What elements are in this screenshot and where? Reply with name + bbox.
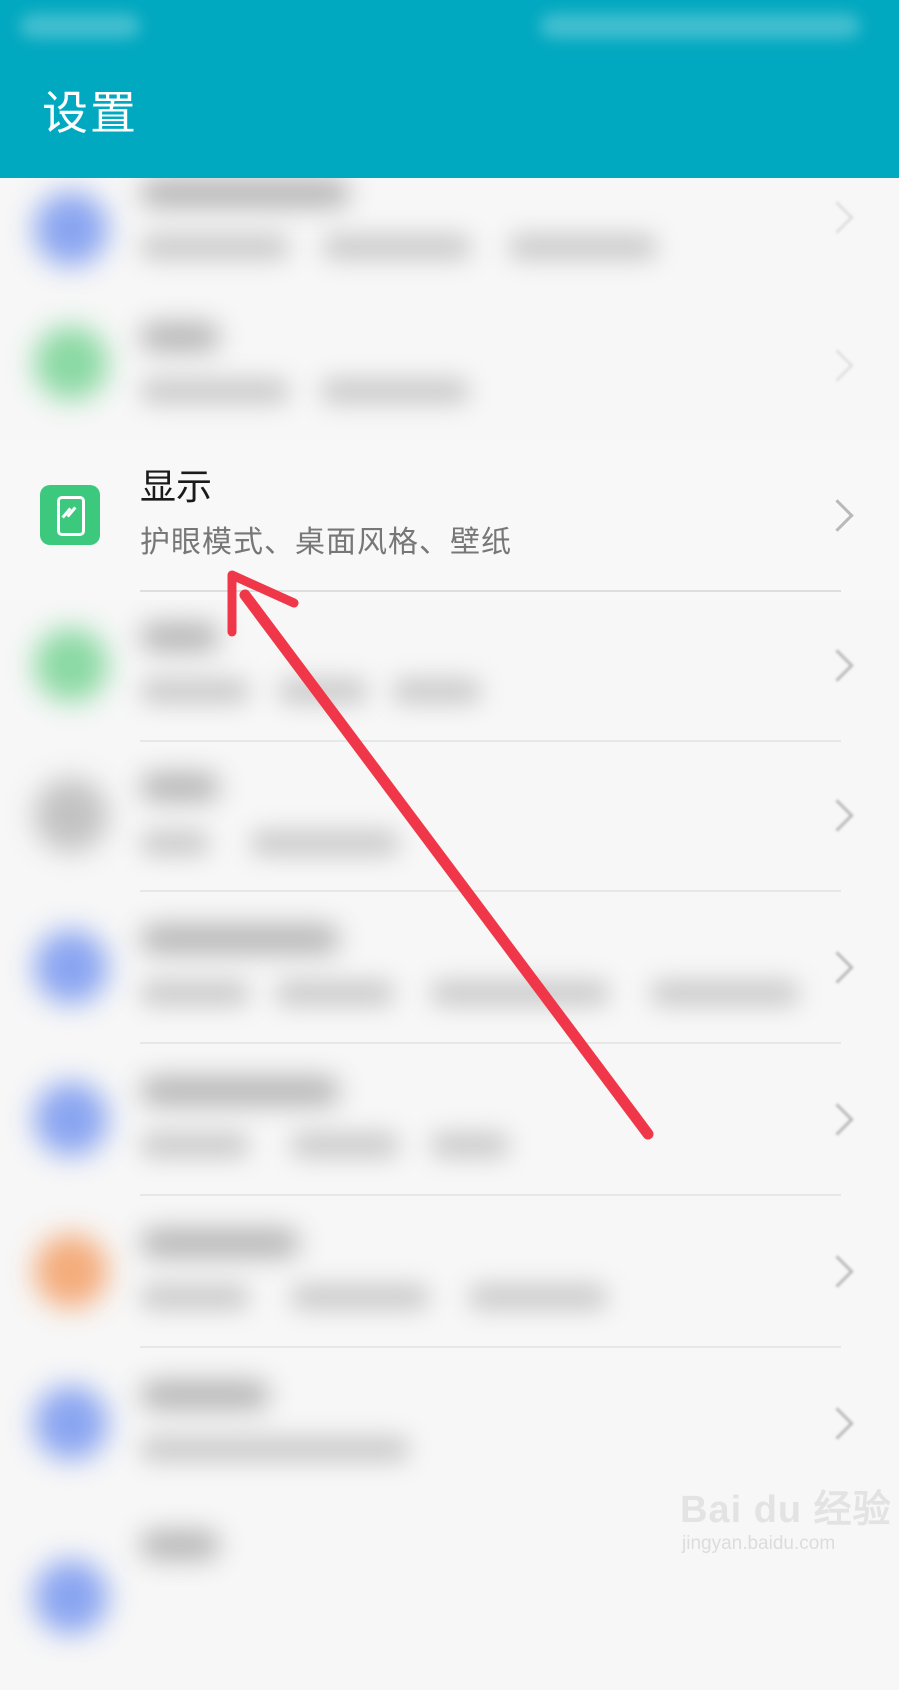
watermark: Bai du 经验 jingyan.baidu.com xyxy=(680,1478,892,1555)
arrow-shaft xyxy=(239,589,654,1140)
watermark-logo: Bai du 经验 xyxy=(680,1489,892,1531)
watermark-url: jingyan.baidu.com xyxy=(682,1533,836,1554)
annotation-arrow xyxy=(227,570,654,1140)
